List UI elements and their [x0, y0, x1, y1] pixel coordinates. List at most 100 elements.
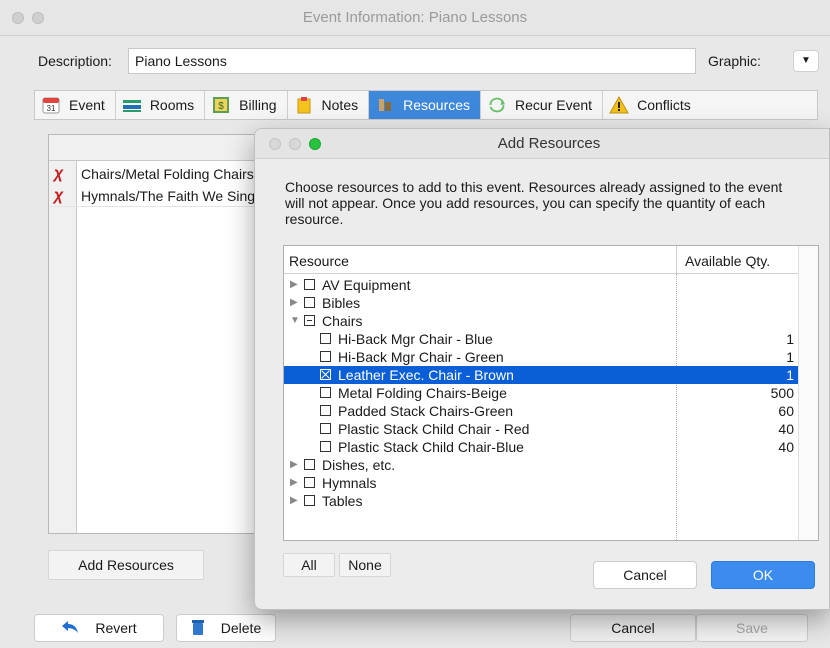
tree-item[interactable]: Hi-Back Mgr Chair - Blue 1 [284, 330, 798, 348]
checkbox[interactable] [320, 387, 331, 398]
expand-arrow-icon[interactable]: ▶ [290, 495, 298, 506]
save-button[interactable]: Save [696, 614, 808, 642]
tab-conflicts[interactable]: Conflicts [603, 91, 701, 119]
tab-recur-event-label: Recur Event [515, 97, 593, 113]
tree-header: Resource Available Qty. [284, 246, 818, 274]
tree-item-label: Padded Stack Chairs-Green [338, 403, 514, 419]
checkbox[interactable] [320, 333, 331, 344]
tab-resources[interactable]: Resources [369, 91, 482, 119]
checkbox[interactable] [304, 279, 315, 290]
delete-button[interactable]: Delete [176, 614, 276, 642]
expand-arrow-icon[interactable]: ▶ [290, 459, 298, 470]
checkbox[interactable] [320, 423, 331, 434]
tree-item-chairs[interactable]: ▼ Chairs [284, 312, 798, 330]
revert-button[interactable]: Revert [34, 614, 164, 642]
resource-name: Hymnals/The Faith We Sing [81, 188, 256, 204]
tab-resources-label: Resources [403, 97, 471, 113]
table-row[interactable]: χ Hymnals/The Faith We Sing [49, 185, 259, 207]
tree-item[interactable]: Metal Folding Chairs-Beige 500 [284, 384, 798, 402]
checkbox[interactable] [320, 441, 331, 452]
tree-item-bibles[interactable]: ▶ Bibles [284, 294, 798, 312]
column-header-resource[interactable]: Resource [289, 253, 349, 269]
tree-item-selected[interactable]: Leather Exec. Chair - Brown 1 [284, 366, 798, 384]
select-all-button[interactable]: All [283, 553, 335, 577]
checkbox[interactable] [320, 351, 331, 362]
tree-item-label: Metal Folding Chairs-Beige [338, 385, 507, 401]
table-gutter [49, 161, 77, 533]
tree-item-label: Chairs [322, 313, 363, 329]
checkbox[interactable] [304, 477, 315, 488]
graphic-label: Graphic: [708, 53, 761, 69]
column-header-available-qty[interactable]: Available Qty. [676, 246, 798, 274]
tree-item-hymnals[interactable]: ▶ Hymnals [284, 474, 798, 492]
remove-icon[interactable]: χ [54, 165, 63, 183]
warning-icon [609, 96, 629, 114]
description-label: Description: [38, 53, 112, 69]
dialog-ok-button[interactable]: OK [711, 561, 815, 589]
available-qty: 60 [778, 403, 794, 419]
tab-rooms[interactable]: Rooms [116, 91, 206, 119]
add-resources-button[interactable]: Add Resources [48, 550, 204, 580]
recur-icon [487, 96, 507, 114]
calendar-icon-text: 31 [47, 104, 56, 113]
checkbox-checked[interactable] [320, 369, 331, 380]
notes-icon [294, 96, 314, 114]
window-title: Event Information: Piano Lessons [302, 9, 528, 26]
tab-rooms-label: Rooms [149, 97, 195, 113]
tree-scrollbar[interactable] [798, 246, 818, 540]
dialog-instructions: Choose resources to add to this event. R… [285, 179, 783, 227]
billing-icon: $ [211, 96, 231, 114]
tab-notes-label: Notes [321, 97, 359, 113]
checkbox[interactable] [304, 459, 315, 470]
expand-arrow-icon[interactable]: ▶ [290, 279, 298, 290]
tab-notes[interactable]: Notes [288, 91, 370, 119]
collapse-arrow-icon[interactable]: ▼ [290, 315, 300, 326]
cancel-button[interactable]: Cancel [570, 614, 696, 642]
tree-item-label: Leather Exec. Chair - Brown [338, 367, 514, 383]
assigned-resources-table: χ Chairs/Metal Folding Chairs χ Hymnals/… [48, 134, 259, 534]
tab-event[interactable]: 31 Event [35, 91, 116, 119]
window-titlebar: Event Information: Piano Lessons [0, 0, 830, 36]
tree-item-label: Tables [322, 493, 363, 509]
trash-icon [191, 619, 205, 638]
description-input[interactable]: Piano Lessons [128, 48, 696, 74]
tree-item[interactable]: Hi-Back Mgr Chair - Green 1 [284, 348, 798, 366]
expand-arrow-icon[interactable]: ▶ [290, 477, 298, 488]
tree-item[interactable]: Plastic Stack Child Chair-Blue 40 [284, 438, 798, 456]
add-resources-dialog: Add Resources Choose resources to add to… [254, 128, 830, 610]
undo-arrow-icon [61, 620, 79, 637]
available-qty: 40 [778, 439, 794, 455]
tab-recur-event[interactable]: Recur Event [481, 91, 604, 119]
dialog-titlebar: Add Resources [255, 129, 829, 159]
tab-billing[interactable]: $ Billing [205, 91, 288, 119]
resources-icon [375, 96, 395, 114]
tree-item[interactable]: Plastic Stack Child Chair - Red 40 [284, 420, 798, 438]
tree-item-label: Plastic Stack Child Chair-Blue [338, 439, 524, 455]
tree-item-label: Hymnals [322, 475, 377, 491]
resource-name: Chairs/Metal Folding Chairs [81, 166, 254, 182]
select-none-button[interactable]: None [339, 553, 391, 577]
tree-item-tables[interactable]: ▶ Tables [284, 492, 798, 510]
rooms-icon [122, 96, 142, 114]
graphic-select[interactable]: ▼ [793, 50, 819, 72]
tab-event-label: Event [69, 97, 105, 113]
tree-item-label: Bibles [322, 295, 361, 311]
tree-item[interactable]: Padded Stack Chairs-Green 60 [284, 402, 798, 420]
checkbox[interactable] [304, 297, 315, 308]
table-row[interactable]: χ Chairs/Metal Folding Chairs [49, 163, 259, 185]
checkbox[interactable] [320, 405, 331, 416]
tree-item-label: Dishes, etc. [322, 457, 396, 473]
checkbox[interactable] [304, 495, 315, 506]
tree-item-dishes[interactable]: ▶ Dishes, etc. [284, 456, 798, 474]
tree-item-label: Plastic Stack Child Chair - Red [338, 421, 530, 437]
dialog-cancel-button[interactable]: Cancel [593, 561, 697, 589]
tree-item-av-equipment[interactable]: ▶ AV Equipment [284, 276, 798, 294]
resource-tree: Resource Available Qty. ▶ AV Equipment ▶… [283, 245, 819, 541]
remove-icon[interactable]: χ [54, 187, 63, 205]
tab-bar: 31 Event Rooms $ Billing Notes Resources… [34, 90, 818, 120]
delete-label: Delete [220, 620, 262, 636]
available-qty: 40 [778, 421, 794, 437]
expand-arrow-icon[interactable]: ▶ [290, 297, 298, 308]
dialog-title: Add Resources [497, 135, 601, 152]
checkbox-mixed[interactable] [304, 315, 315, 326]
